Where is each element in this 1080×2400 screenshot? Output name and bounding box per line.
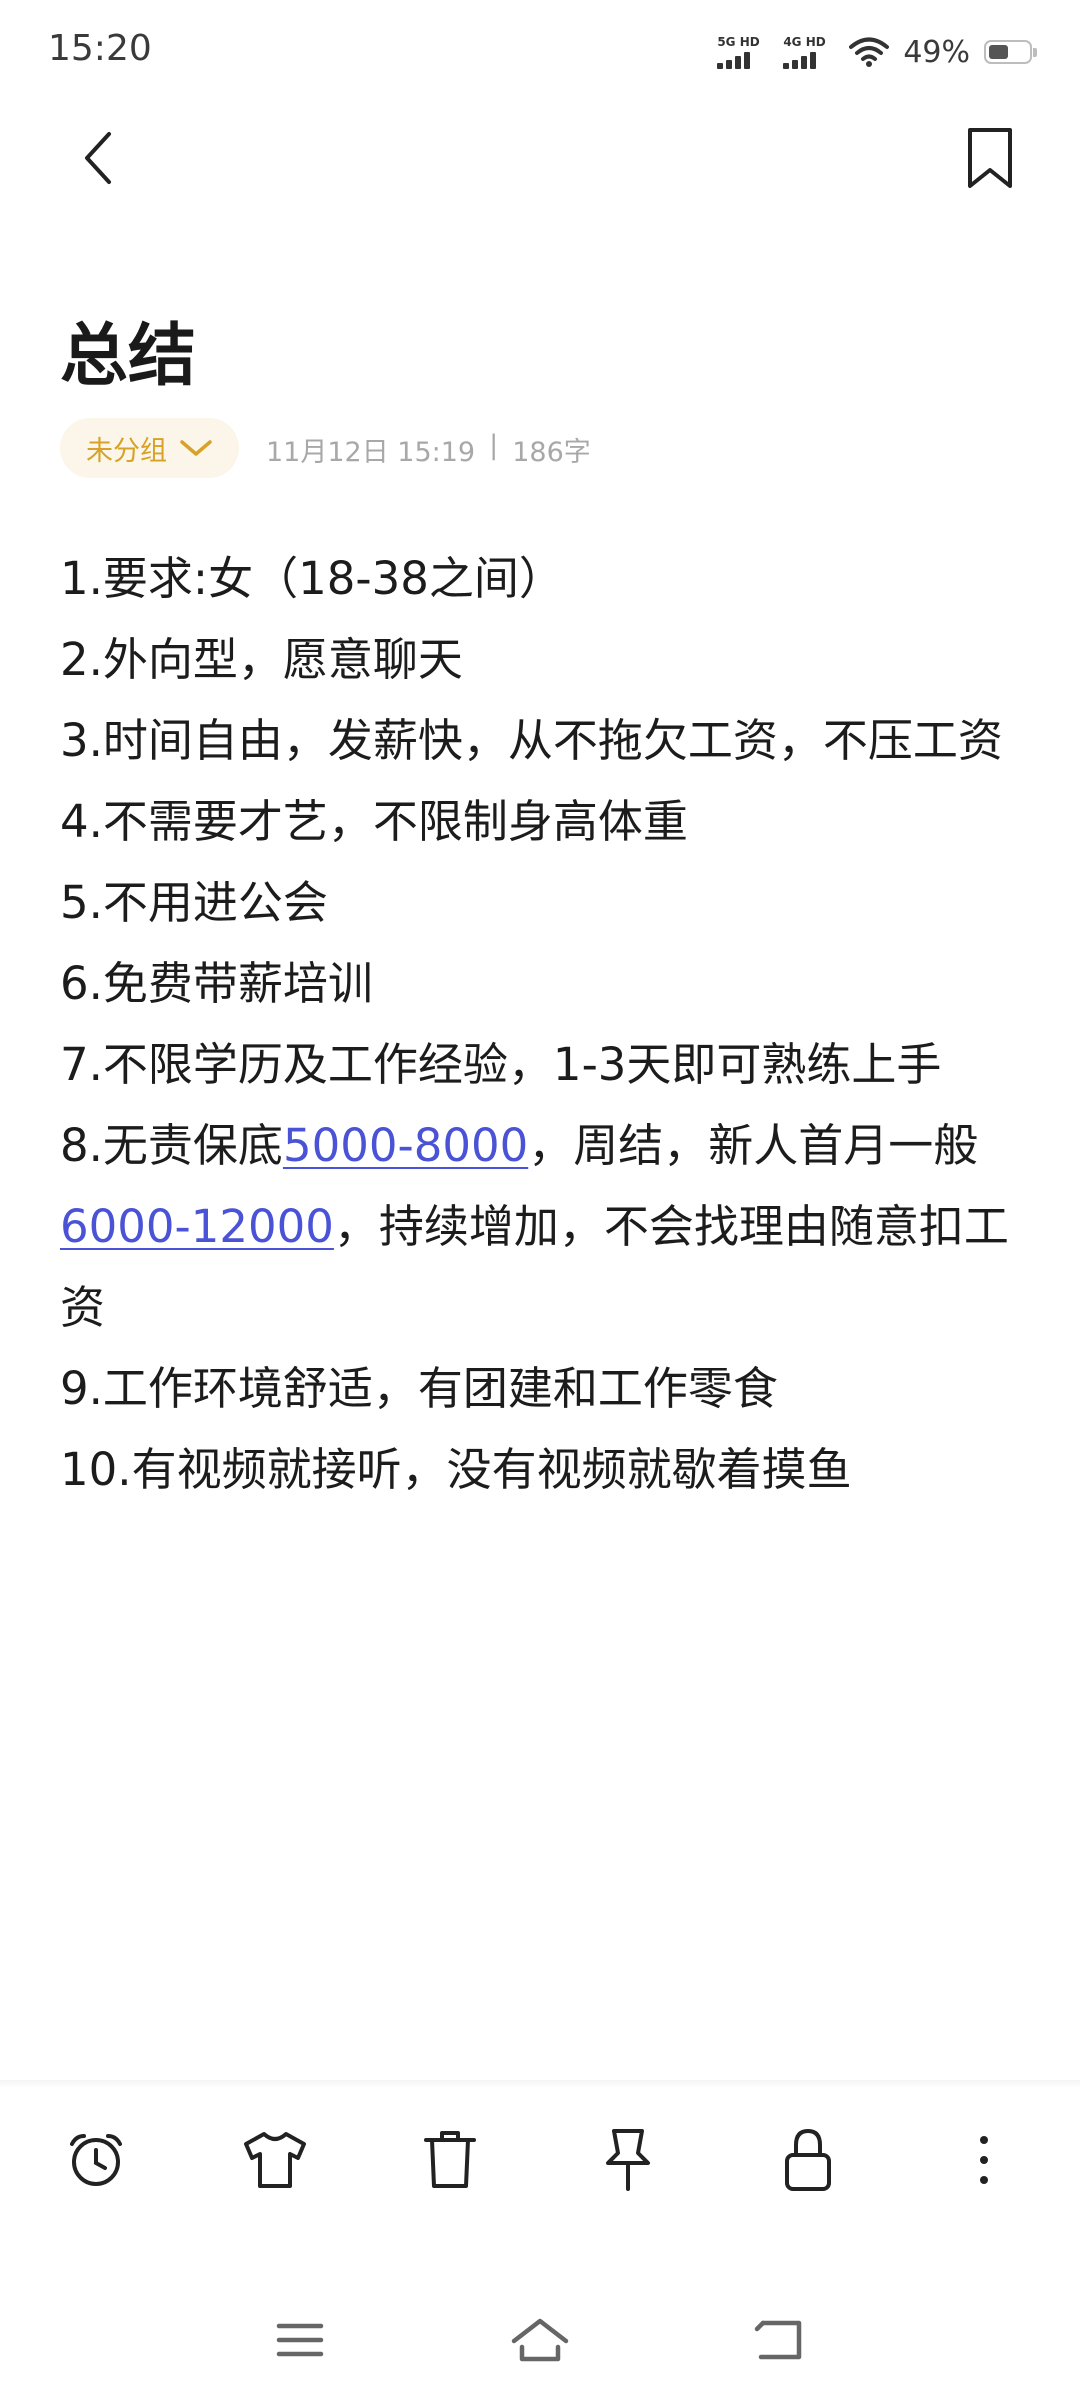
back-nav-button[interactable]: [745, 2310, 815, 2370]
word-count: 186字: [512, 437, 591, 468]
back-nav-icon: [754, 2320, 802, 2360]
shirt-icon: [244, 2132, 306, 2188]
note-line: 3.时间自由，发薪快，从不拖欠工资，不压工资: [60, 714, 1003, 767]
note-line: 1.要求:女（18-38之间）: [60, 552, 564, 605]
group-selector[interactable]: 未分组: [60, 418, 239, 478]
battery-icon: [984, 40, 1037, 64]
wifi-icon: [849, 37, 890, 67]
note-body[interactable]: 1.要求:女（18-38之间） 2.外向型，愿意聊天 3.时间自由，发薪快，从不…: [60, 538, 1020, 1510]
battery-percentage: 49%: [903, 34, 970, 70]
chevron-down-icon: [180, 440, 212, 456]
group-label: 未分组: [86, 435, 167, 467]
note-line: 6.免费带薪培训: [60, 957, 373, 1010]
line8-text-b: ，周结，新人首月一般: [528, 1119, 979, 1172]
note-meta: 11月12日 15:19 | 186字: [266, 430, 591, 469]
alarm-icon: [70, 2134, 122, 2186]
recent-apps-button[interactable]: [265, 2310, 335, 2370]
status-icons: 5G HD 4G HD 49%: [717, 30, 1037, 74]
bookmark-button[interactable]: [950, 118, 1030, 198]
pin-button[interactable]: [588, 2120, 668, 2200]
note-line: 5.不用进公会: [60, 876, 328, 929]
note-line: 2.外向型，愿意聊天: [60, 633, 463, 686]
status-bar: 15:20 5G HD 4G HD 49%: [0, 0, 1080, 100]
more-icon: [980, 2136, 988, 2184]
meta-separator: |: [489, 430, 499, 461]
reminder-button[interactable]: [56, 2120, 136, 2200]
back-button[interactable]: [58, 118, 138, 198]
battery-fill: [989, 45, 1008, 59]
signal-5g-icon: 5G HD: [717, 35, 769, 69]
note-line: 10.有视频就接听，没有视频就歇着摸鱼: [60, 1443, 852, 1496]
note-line: 4.不需要才艺，不限制身高体重: [60, 795, 688, 848]
bookmark-icon: [968, 128, 1012, 188]
note-title[interactable]: 总结: [60, 300, 196, 399]
home-button[interactable]: [505, 2310, 575, 2370]
trash-icon: [424, 2131, 476, 2188]
chevron-left-icon: [85, 132, 111, 184]
menu-icon: [276, 2323, 324, 2357]
phone-link-1[interactable]: 5000-8000: [283, 1119, 528, 1172]
note-line-8: 8.无责保底5000-8000，周结，新人首月一般6000-12000，持续增加…: [60, 1105, 1020, 1348]
lock-icon: [785, 2128, 831, 2191]
system-nav-bar: [0, 2300, 1080, 2380]
more-button[interactable]: [944, 2120, 1024, 2200]
toolbar-divider: [0, 2080, 1080, 2088]
note-line: 7.不限学历及工作经验，1-3天即可熟练上手: [60, 1038, 942, 1091]
pin-icon: [606, 2129, 650, 2191]
home-icon: [511, 2318, 569, 2362]
phone-link-2[interactable]: 6000-12000: [60, 1200, 334, 1253]
delete-button[interactable]: [410, 2120, 490, 2200]
note-line: 9.工作环境舒适，有团建和工作零食: [60, 1362, 778, 1415]
signal-4g-icon: 4G HD: [783, 35, 835, 69]
status-time: 15:20: [48, 28, 152, 69]
bottom-toolbar: [0, 2120, 1080, 2200]
line8-text-a: 8.无责保底: [60, 1119, 283, 1172]
lock-button[interactable]: [768, 2120, 848, 2200]
theme-button[interactable]: [235, 2120, 315, 2200]
note-date: 11月12日 15:19: [266, 437, 476, 468]
